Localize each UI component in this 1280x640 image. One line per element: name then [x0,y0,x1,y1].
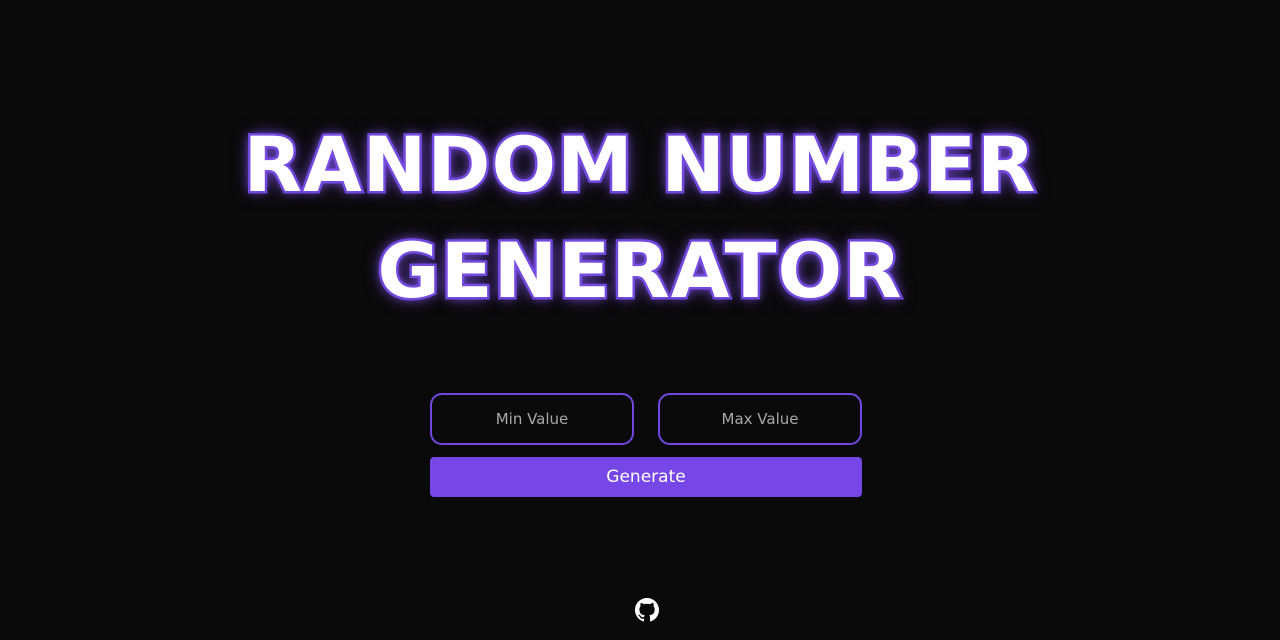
github-icon [635,598,659,622]
page-title: RANDOM NUMBER GENERATOR [0,112,1280,324]
min-value-input[interactable] [430,393,634,445]
title-line-2: GENERATOR [375,224,904,318]
range-inputs [430,393,862,445]
max-value-input[interactable] [658,393,862,445]
generate-button[interactable]: Generate [430,457,862,497]
title-line-1: RANDOM NUMBER [241,118,1038,212]
github-link[interactable] [635,598,659,622]
